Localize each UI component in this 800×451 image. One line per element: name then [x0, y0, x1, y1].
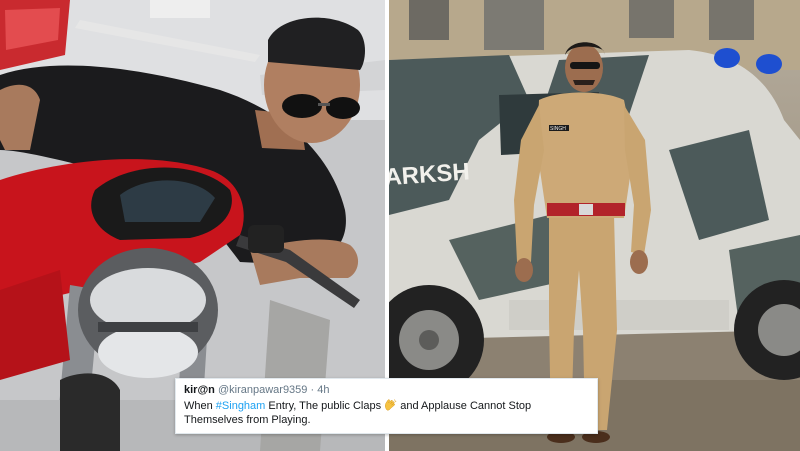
- photo-collage: ARKSH SINGH kir@n @kiranpawar9359 · 4h W…: [0, 0, 800, 451]
- clapping-hands-icon: [385, 399, 397, 411]
- uniform-nameplate: SINGH: [550, 126, 566, 132]
- tweet-separator: ·: [310, 384, 315, 396]
- tweet-text-part-2: Entry, The public Claps: [265, 400, 385, 412]
- tweet-text: When #Singham Entry, The public Claps an…: [184, 399, 589, 427]
- tweet-display-name[interactable]: kir@n: [184, 384, 215, 396]
- tweet-card: kir@n @kiranpawar9359 · 4h When #Singham…: [175, 378, 598, 434]
- tweet-hashtag[interactable]: #Singham: [216, 400, 266, 412]
- tweet-timestamp[interactable]: 4h: [317, 384, 329, 396]
- tweet-header: kir@n @kiranpawar9359 · 4h: [184, 383, 589, 397]
- tweet-text-part-1: When: [184, 400, 216, 412]
- tweet-handle[interactable]: @kiranpawar9359: [218, 384, 307, 396]
